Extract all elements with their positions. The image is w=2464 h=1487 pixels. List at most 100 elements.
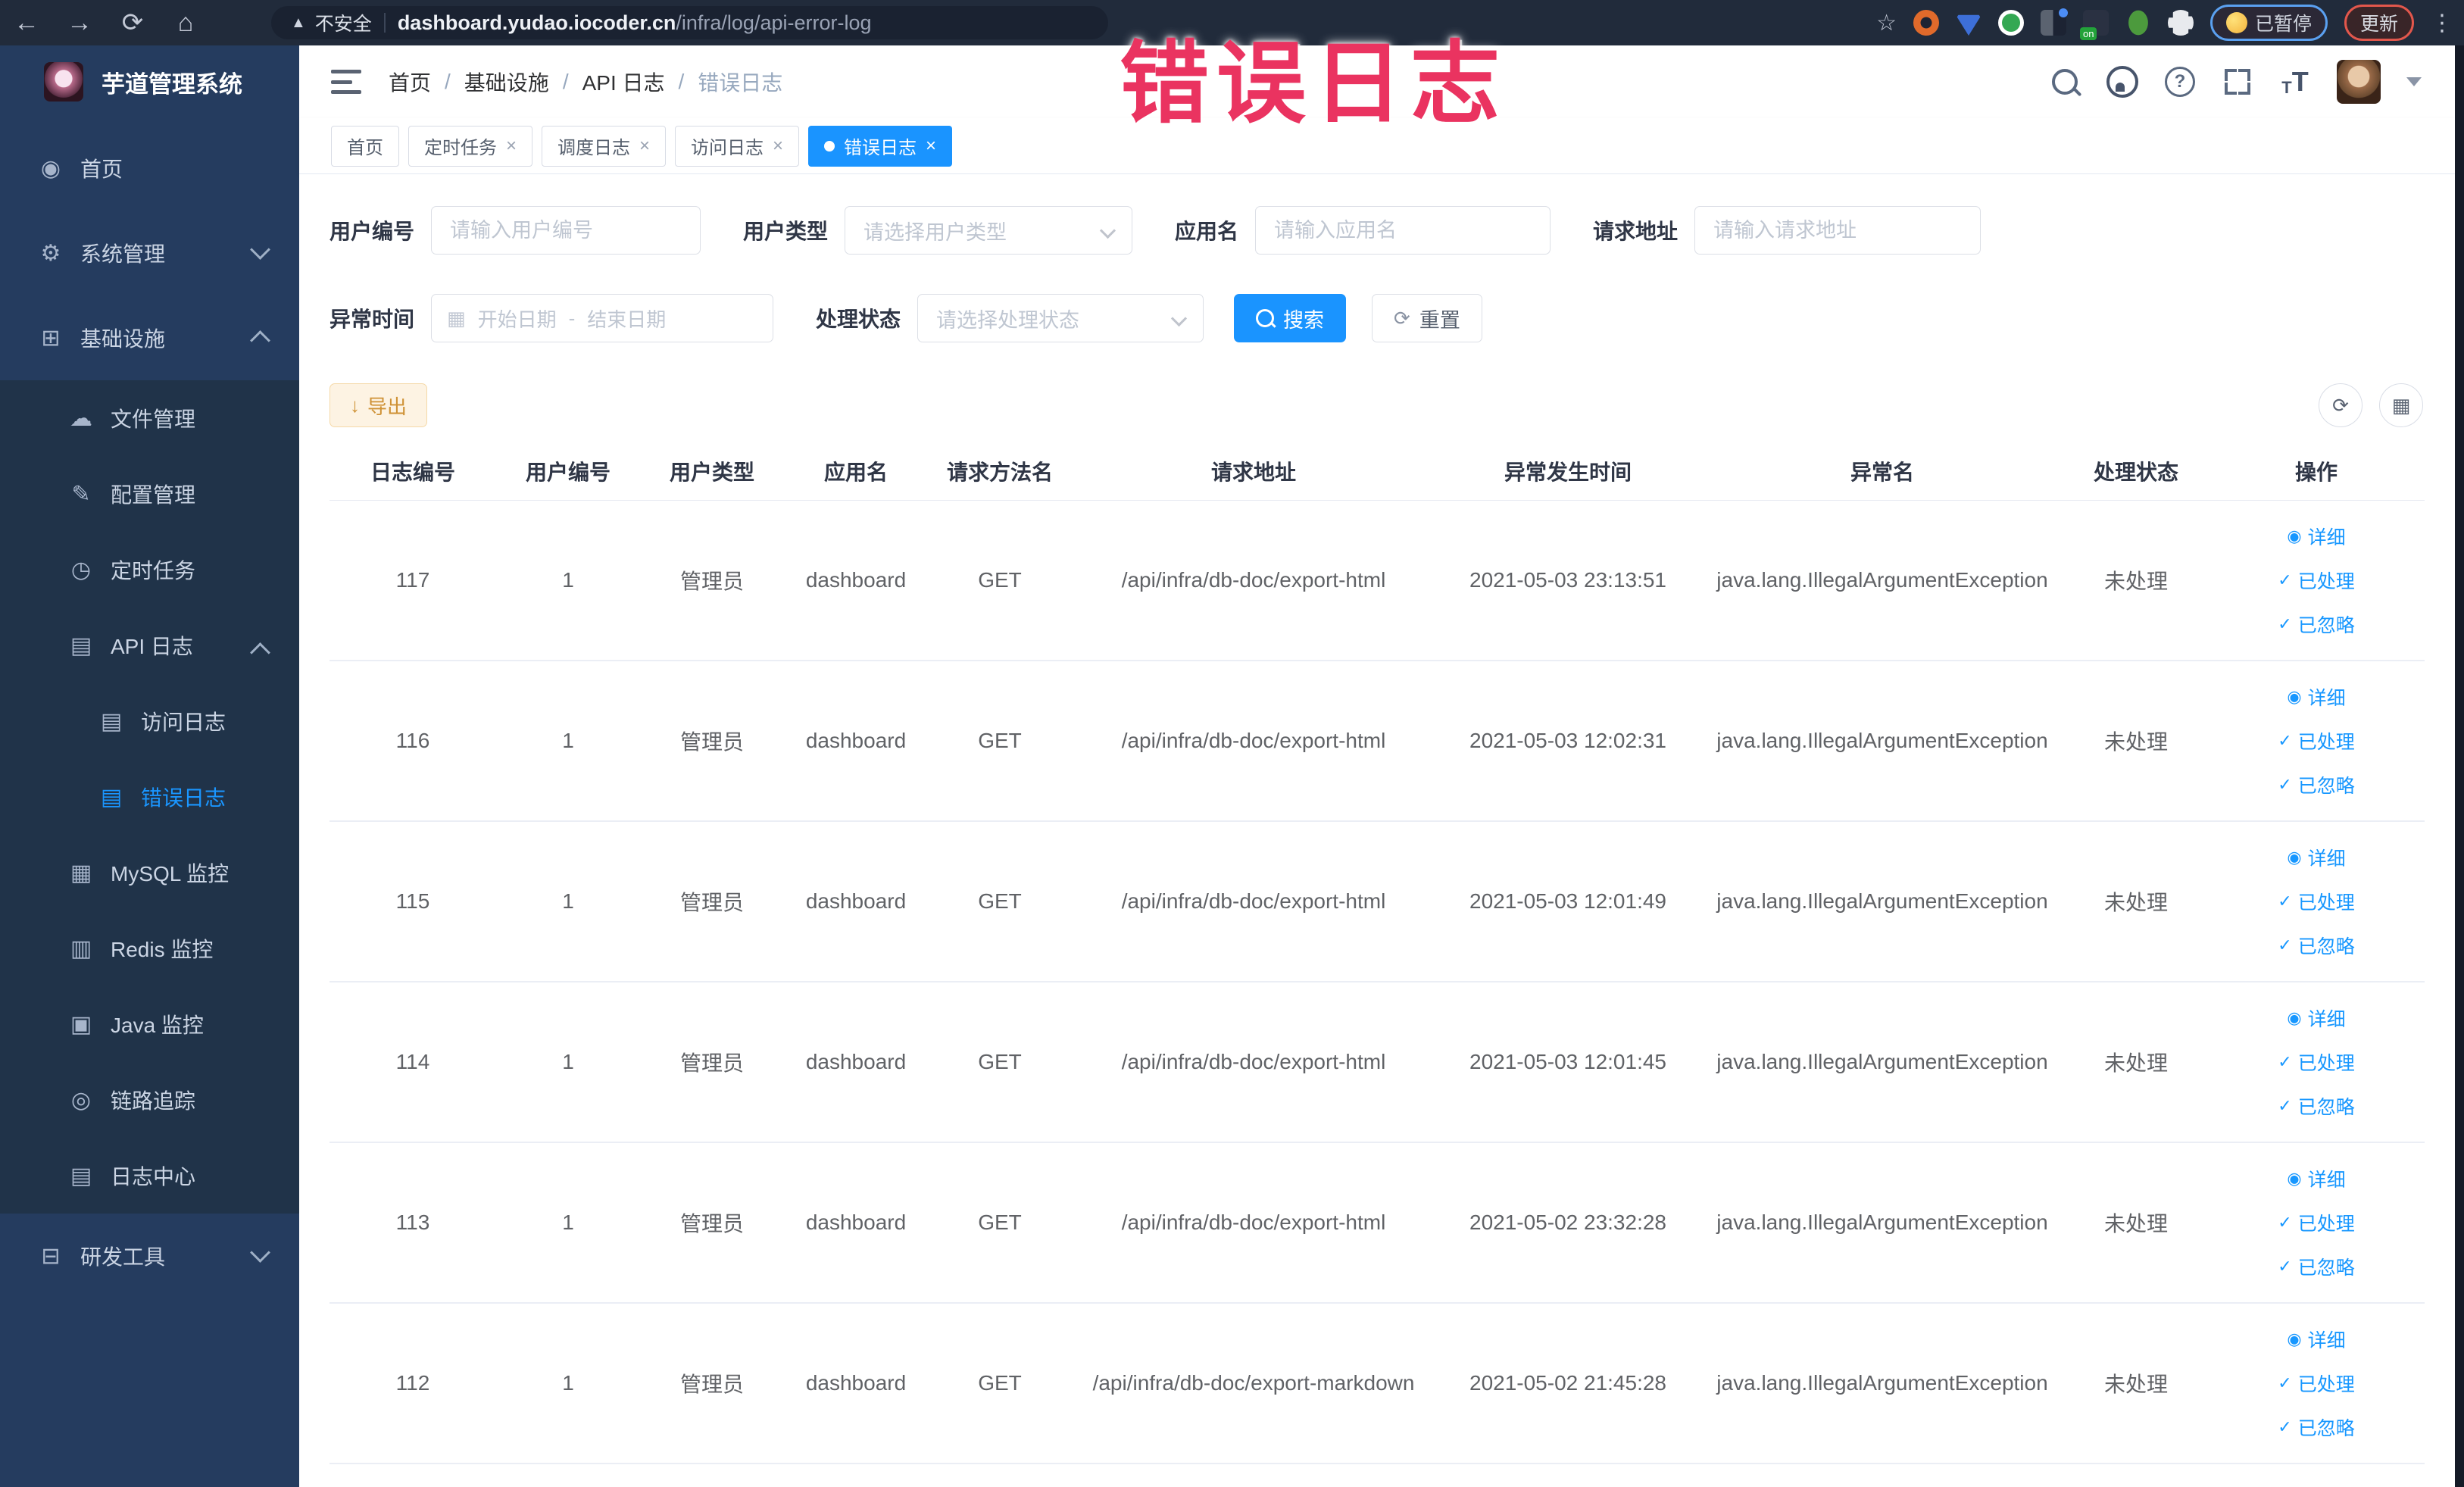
- sidebar-item-scheduled-tasks[interactable]: ◷ 定时任务: [0, 532, 299, 608]
- close-icon[interactable]: ×: [639, 136, 650, 157]
- sidebar-item-mysql-monitor[interactable]: ▦ MySQL 监控: [0, 835, 299, 911]
- sidebar-item-redis-monitor[interactable]: ▥ Redis 监控: [0, 911, 299, 986]
- extension-icon-2[interactable]: [1955, 14, 1982, 36]
- toolbox-icon: ⊟: [41, 1243, 61, 1269]
- browser-menu-icon[interactable]: ⋮: [2431, 10, 2453, 36]
- collapse-sidebar-icon[interactable]: [331, 70, 361, 94]
- sidebar-item-trace[interactable]: ◎ 链路追踪: [0, 1062, 299, 1138]
- gear-icon: ⚙: [40, 240, 61, 266]
- user-id-input[interactable]: [431, 206, 701, 255]
- detail-link[interactable]: ◉ 详细: [2287, 683, 2345, 711]
- reset-button[interactable]: ⟳ 重置: [1372, 294, 1482, 342]
- breadcrumb-infrastructure[interactable]: 基础设施: [464, 67, 549, 97]
- github-icon[interactable]: [2106, 66, 2138, 98]
- sidebar-item-infrastructure[interactable]: ⊞ 基础设施: [0, 295, 299, 380]
- check-icon: ✓: [2278, 570, 2292, 589]
- sidebar-item-api-logs[interactable]: ▤ API 日志: [0, 608, 299, 683]
- sidebar-item-log-center[interactable]: ▤ 日志中心: [0, 1138, 299, 1214]
- url-path[interactable]: /infra/log/api-error-log: [676, 11, 871, 35]
- tab-schedule-log[interactable]: 调度日志 ×: [542, 125, 667, 167]
- not-secure-label[interactable]: 不安全: [315, 9, 372, 36]
- mark-ignored-link[interactable]: ✓ 已忽略: [2278, 1092, 2354, 1120]
- update-button[interactable]: 更新: [2344, 5, 2414, 41]
- extensions-puzzle-icon[interactable]: [2167, 10, 2194, 36]
- row-actions: ◉ 详细 ✓ 已处理 ✓ 已忽略: [2208, 1326, 2425, 1441]
- export-button[interactable]: ↓ 导出: [329, 383, 428, 427]
- refresh-button[interactable]: ⟳: [2319, 383, 2363, 427]
- process-status-select[interactable]: 请选择处理状态: [917, 294, 1204, 342]
- mark-processed-link[interactable]: ✓ 已处理: [2278, 1370, 2354, 1397]
- app-name-input[interactable]: [1255, 206, 1551, 255]
- user-type-select[interactable]: 请选择用户类型: [845, 206, 1133, 255]
- sidebar-item-access-log[interactable]: ▤ 访问日志: [0, 683, 299, 759]
- mark-ignored-link[interactable]: ✓ 已忽略: [2278, 1414, 2354, 1441]
- extension-icon-4[interactable]: [2040, 8, 2068, 36]
- exception-time-range-picker[interactable]: ▦ 开始日期 - 结束日期: [431, 294, 774, 342]
- detail-link[interactable]: ◉ 详细: [2287, 844, 2345, 871]
- check-icon: ✓: [2278, 614, 2292, 633]
- paused-badge[interactable]: 已暂停: [2209, 5, 2328, 41]
- tab-access-log[interactable]: 访问日志 ×: [675, 125, 800, 167]
- bookmark-star-icon[interactable]: ☆: [1876, 10, 1897, 36]
- extension-icon-1[interactable]: [1913, 10, 1939, 36]
- breadcrumb-api-logs[interactable]: API 日志: [582, 67, 665, 97]
- column-settings-button[interactable]: ▦: [2379, 383, 2423, 427]
- font-size-icon[interactable]: TT: [2279, 66, 2311, 98]
- tab-home[interactable]: 首页: [331, 125, 399, 167]
- sidebar-item-config-management[interactable]: ✎ 配置管理: [0, 456, 299, 532]
- error-log-table: 日志编号 用户编号 用户类型 应用名 请求方法名 请求地址 异常发生时间 异常名…: [329, 442, 2425, 1464]
- close-icon[interactable]: ×: [926, 136, 936, 157]
- sidebar-item-error-log[interactable]: ▤ 错误日志: [0, 759, 299, 835]
- browser-scrollbar[interactable]: [2455, 45, 2464, 1487]
- extension-icon-3[interactable]: [1997, 10, 2024, 36]
- app-logo[interactable]: 芋道管理系统: [0, 45, 299, 118]
- fullscreen-icon[interactable]: [2222, 66, 2253, 98]
- search-button[interactable]: 搜索: [1234, 294, 1347, 342]
- row-actions: ◉ 详细 ✓ 已处理 ✓ 已忽略: [2208, 523, 2425, 638]
- row-actions: ◉ 详细 ✓ 已处理 ✓ 已忽略: [2208, 1004, 2425, 1120]
- user-id-label: 用户编号: [329, 220, 415, 243]
- browser-forward-icon[interactable]: →: [53, 0, 106, 45]
- sidebar-item-file-management[interactable]: ☁ 文件管理: [0, 380, 299, 456]
- mark-processed-link[interactable]: ✓ 已处理: [2278, 1048, 2354, 1076]
- extension-icon-6[interactable]: [2128, 10, 2148, 36]
- detail-link[interactable]: ◉ 详细: [2287, 1004, 2345, 1032]
- request-url-input[interactable]: [1694, 206, 1982, 255]
- tab-error-log[interactable]: 错误日志 ×: [808, 125, 953, 167]
- edit-icon: ✎: [71, 481, 91, 507]
- browser-back-icon[interactable]: ←: [0, 0, 53, 45]
- log-icon: ▤: [70, 1163, 92, 1189]
- sidebar-item-home[interactable]: ◉ 首页: [0, 126, 299, 211]
- url-domain[interactable]: dashboard.yudao.iocoder.cn: [398, 11, 676, 35]
- sidebar-item-java-monitor[interactable]: ▣ Java 监控: [0, 986, 299, 1062]
- close-icon[interactable]: ×: [773, 136, 783, 157]
- mark-processed-link[interactable]: ✓ 已处理: [2278, 1209, 2354, 1236]
- mark-ignored-link[interactable]: ✓ 已忽略: [2278, 932, 2354, 959]
- browser-reload-icon[interactable]: ⟳: [106, 0, 159, 45]
- tab-scheduled-tasks[interactable]: 定时任务 ×: [408, 125, 533, 167]
- search-icon[interactable]: [2049, 66, 2081, 98]
- mark-processed-link[interactable]: ✓ 已处理: [2278, 567, 2354, 594]
- avatar-caret-icon[interactable]: [2406, 77, 2422, 86]
- help-icon[interactable]: ?: [2164, 66, 2196, 98]
- mark-ignored-link[interactable]: ✓ 已忽略: [2278, 611, 2354, 638]
- user-id-cell: 1: [562, 1211, 574, 1234]
- mark-ignored-link[interactable]: ✓ 已忽略: [2278, 771, 2354, 798]
- breadcrumb-home[interactable]: 首页: [389, 67, 431, 97]
- browser-home-icon[interactable]: ⌂: [159, 0, 212, 45]
- close-icon[interactable]: ×: [506, 136, 517, 157]
- mark-ignored-link[interactable]: ✓ 已忽略: [2278, 1253, 2354, 1280]
- sidebar-item-dev-tools[interactable]: ⊟ 研发工具: [0, 1214, 299, 1298]
- detail-link[interactable]: ◉ 详细: [2287, 1165, 2345, 1192]
- sidebar-item-system-management[interactable]: ⚙ 系统管理: [0, 211, 299, 295]
- extension-icon-5[interactable]: on: [2079, 10, 2109, 40]
- address-bar[interactable]: ▲ 不安全 dashboard.yudao.iocoder.cn /infra/…: [271, 6, 1108, 39]
- mark-processed-link[interactable]: ✓ 已处理: [2278, 727, 2354, 754]
- eye-icon: ◉: [2287, 687, 2302, 706]
- detail-link[interactable]: ◉ 详细: [2287, 523, 2345, 550]
- request-url-cell: /api/infra/db-doc/export-markdown: [1092, 1371, 1415, 1395]
- detail-link[interactable]: ◉ 详细: [2287, 1326, 2345, 1353]
- user-avatar[interactable]: [2337, 60, 2381, 104]
- check-icon: ✓: [2278, 1096, 2292, 1115]
- mark-processed-link[interactable]: ✓ 已处理: [2278, 888, 2354, 915]
